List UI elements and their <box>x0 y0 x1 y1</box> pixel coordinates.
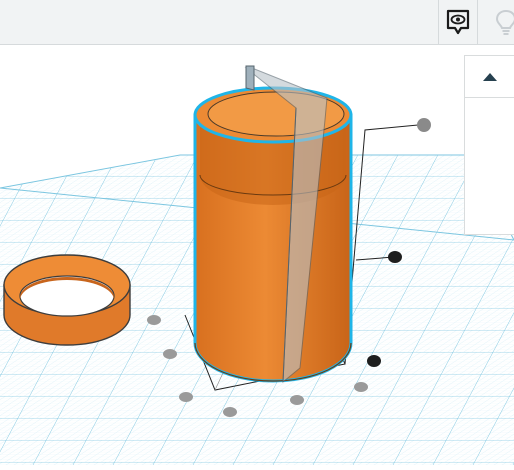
rotate-handle[interactable] <box>388 251 402 263</box>
resize-handle[interactable] <box>223 407 237 417</box>
resize-handle[interactable] <box>147 315 161 325</box>
top-toolbar <box>0 0 514 45</box>
resize-handle[interactable] <box>290 395 304 405</box>
resize-handle[interactable] <box>163 349 177 359</box>
rotate-handle[interactable] <box>367 355 381 367</box>
cylinder-object[interactable] <box>193 86 353 383</box>
inspector-panel <box>464 55 514 235</box>
eye-speech-bubble-icon <box>446 9 470 35</box>
view-toggle-button[interactable] <box>438 0 478 44</box>
workplane-scene[interactable] <box>0 45 514 465</box>
ring-object[interactable] <box>3 254 131 346</box>
3d-viewport[interactable] <box>0 45 514 465</box>
collapse-panel-button[interactable] <box>465 56 514 98</box>
resize-handle[interactable] <box>354 382 368 392</box>
height-handle[interactable] <box>417 118 431 132</box>
lightbulb-icon <box>495 9 514 35</box>
hint-button[interactable] <box>486 0 514 44</box>
caret-up-icon <box>482 72 497 81</box>
resize-handle[interactable] <box>179 392 193 402</box>
